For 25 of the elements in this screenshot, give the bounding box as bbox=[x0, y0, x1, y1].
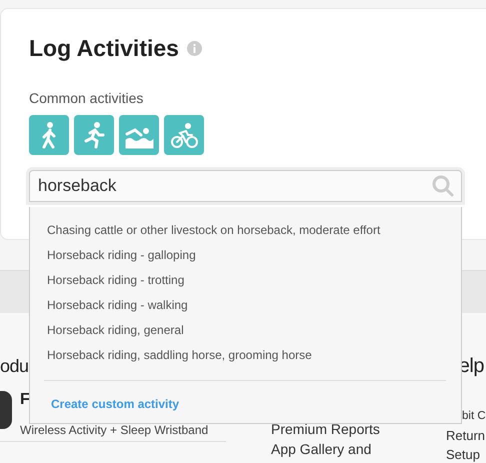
footer-link[interactable]: Setup bbox=[446, 445, 480, 463]
search-icon[interactable] bbox=[431, 174, 455, 198]
section-heading: odu bbox=[0, 355, 29, 378]
tracker-icon bbox=[0, 391, 14, 429]
cycling-icon bbox=[169, 120, 199, 150]
search-input[interactable]: horseback bbox=[36, 175, 431, 197]
product-name: F bbox=[20, 391, 30, 409]
section-label: Common activities bbox=[29, 90, 144, 106]
product-description: Wireless Activity + Sleep Wristband bbox=[20, 423, 208, 437]
suggestion-item[interactable]: Chasing cattle or other livestock on horseback, moderate effort bbox=[47, 222, 446, 247]
search-field[interactable]: horseback bbox=[29, 170, 462, 202]
footer-link[interactable]: bit C bbox=[462, 407, 486, 426]
info-icon[interactable] bbox=[186, 41, 202, 56]
activity-button[interactable] bbox=[74, 115, 114, 155]
footer-link[interactable]: Return bbox=[446, 426, 486, 445]
page-title: Log Activities bbox=[29, 35, 179, 62]
suggestion-item[interactable]: Horseback riding - walking bbox=[47, 297, 446, 322]
suggestion-item[interactable]: Horseback riding - galloping bbox=[47, 247, 446, 272]
suggestion-item[interactable]: Horseback riding - trotting bbox=[47, 272, 446, 297]
activity-button[interactable] bbox=[164, 115, 204, 155]
activity-button[interactable] bbox=[29, 115, 69, 155]
suggestion-item[interactable]: Horseback riding, saddling horse, grooming horse bbox=[47, 347, 446, 372]
activity-button[interactable] bbox=[119, 115, 159, 155]
suggestion-item[interactable]: Horseback riding, general bbox=[47, 322, 446, 347]
footer-link[interactable]: App Gallery and bbox=[271, 439, 372, 459]
